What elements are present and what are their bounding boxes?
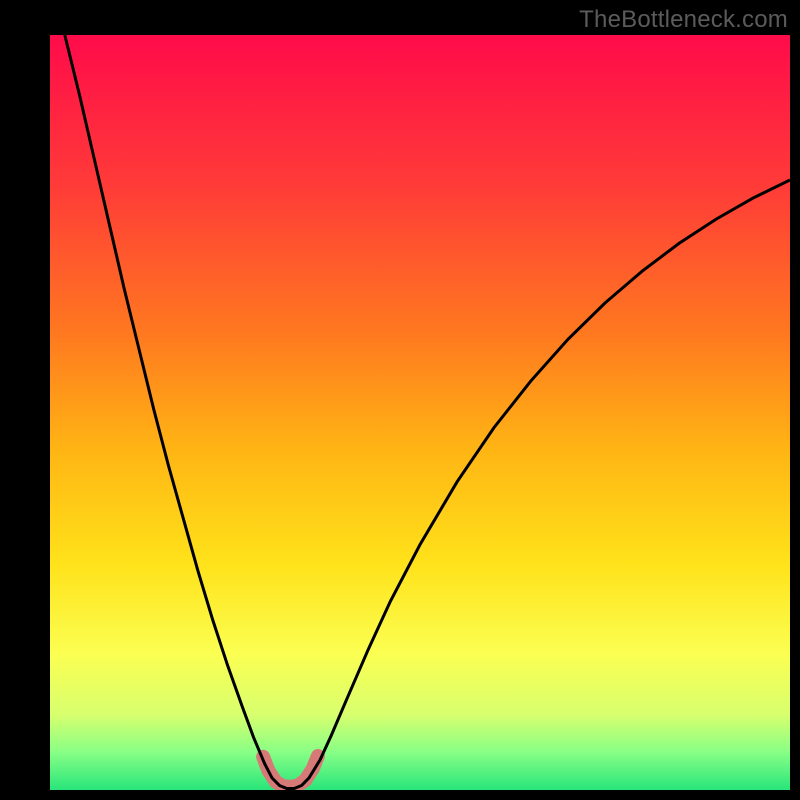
optimal-highlight xyxy=(263,756,318,787)
plot-area xyxy=(50,35,790,790)
watermark-text: TheBottleneck.com xyxy=(579,6,788,34)
chart-frame: TheBottleneck.com xyxy=(0,0,800,800)
curve-layer xyxy=(50,35,790,790)
bottleneck-curve xyxy=(65,35,790,788)
